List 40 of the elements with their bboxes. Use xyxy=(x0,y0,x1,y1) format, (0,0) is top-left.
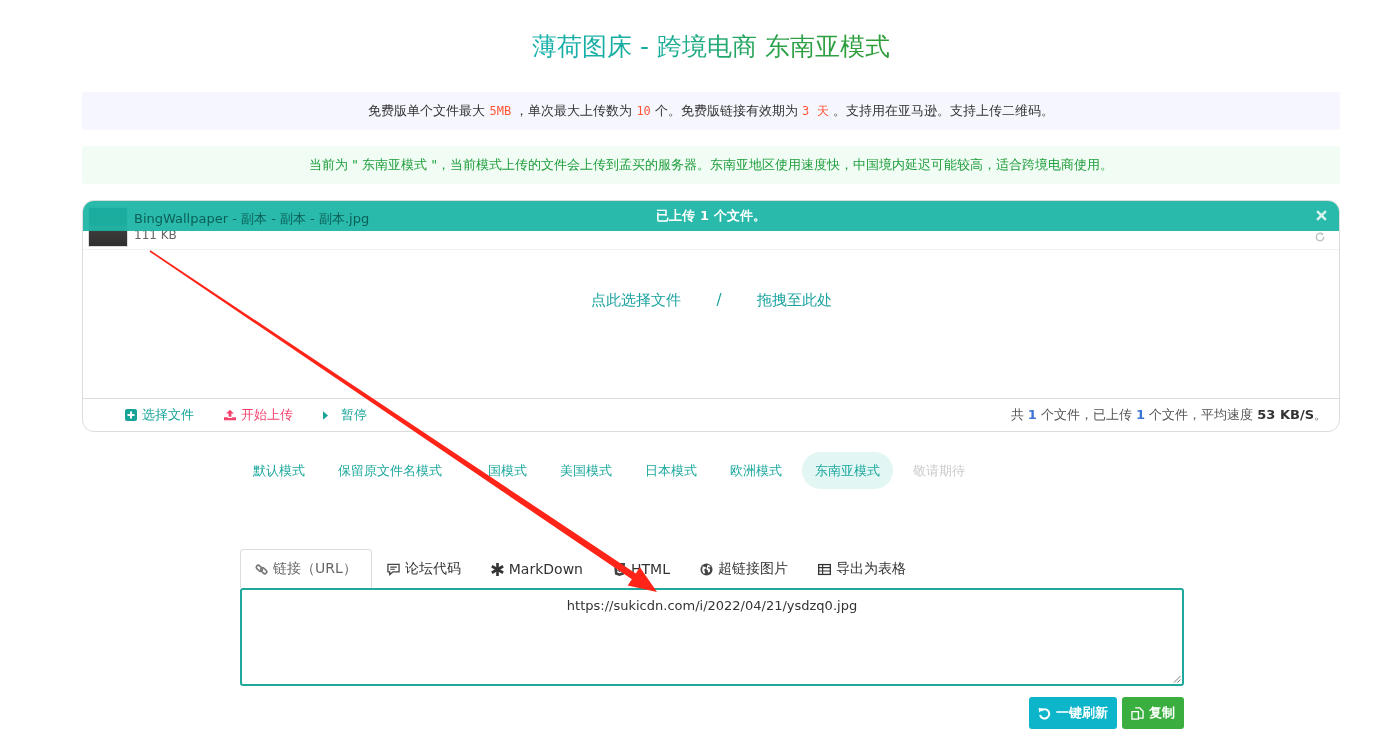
start-upload-button[interactable]: 开始上传 xyxy=(224,406,293,424)
refresh-button[interactable]: 一键刷新 xyxy=(1029,697,1117,729)
file-size: 111 KB xyxy=(134,228,178,243)
pause-button[interactable]: 暂停 xyxy=(323,406,367,424)
triangle-icon xyxy=(323,410,328,420)
close-icon[interactable] xyxy=(1316,210,1327,221)
mode-tab[interactable]: 保留原文件名模式 xyxy=(325,452,455,489)
url-output-field[interactable]: https://sukicdn.com/i/2022/04/21/ysdzq0.jpg xyxy=(240,588,1184,686)
upload-status-text: 已上传 1 个文件。 xyxy=(656,207,766,225)
circle-arrow-icon[interactable] xyxy=(1315,232,1325,242)
comment-icon xyxy=(386,562,400,576)
notice-text: 当前为 " 东南亚模式 "，当前模式上传的文件会上传到孟买的服务器。东南亚地区使用速度快，中国境内延迟可能较高，适合跨境电商使用。 xyxy=(308,156,1114,174)
mode-tab[interactable]: 国模式 xyxy=(462,452,540,489)
mode-tab[interactable]: 欧洲模式 xyxy=(717,452,795,489)
format-tab[interactable]: 导出为表格 xyxy=(802,549,921,588)
mode-tab[interactable]: 美国模式 xyxy=(547,452,625,489)
notice-text: 免费版单个文件最大 5MB ，单次最大上传数为 10 个。免费版链接有效期为 3 天 。支持用在亚马逊。支持上传二维码。 xyxy=(368,102,1054,120)
resize-grip-icon[interactable] xyxy=(1173,675,1181,683)
upload-stats-text: 共 1 个文件，已上传 1 个文件，平均速度 53 KB/S。 xyxy=(1010,406,1327,424)
select-file-link[interactable]: 点此选择文件 xyxy=(591,290,682,310)
select-files-button[interactable]: 选择文件 xyxy=(125,406,194,424)
asterisk-icon xyxy=(490,562,504,576)
format-tab[interactable]: MarkDown xyxy=(475,549,598,588)
table-icon xyxy=(817,562,831,576)
format-tab[interactable]: 链接（URL） xyxy=(240,549,372,588)
mode-tab[interactable]: 东南亚模式 xyxy=(802,452,893,489)
file-name: BingWallpaper - 副本 - 副本 - 副本.jpg xyxy=(134,210,370,228)
upload-icon xyxy=(224,409,236,421)
globe-icon xyxy=(699,562,713,576)
drag-drop-hint: 拖拽至此处 xyxy=(756,290,832,310)
link-icon xyxy=(255,562,268,576)
separator-text: / xyxy=(716,290,722,310)
copy-icon xyxy=(1131,706,1144,720)
copy-button[interactable]: 复制 xyxy=(1122,697,1184,729)
mode-tab[interactable]: 日本模式 xyxy=(632,452,710,489)
format-tab[interactable]: 超链接图片 xyxy=(684,549,803,588)
plus-square-icon xyxy=(125,409,137,421)
mode-tab[interactable]: 默认模式 xyxy=(240,452,318,489)
format-tab[interactable]: 论坛代码 xyxy=(371,549,476,588)
refresh-icon xyxy=(1038,706,1051,720)
